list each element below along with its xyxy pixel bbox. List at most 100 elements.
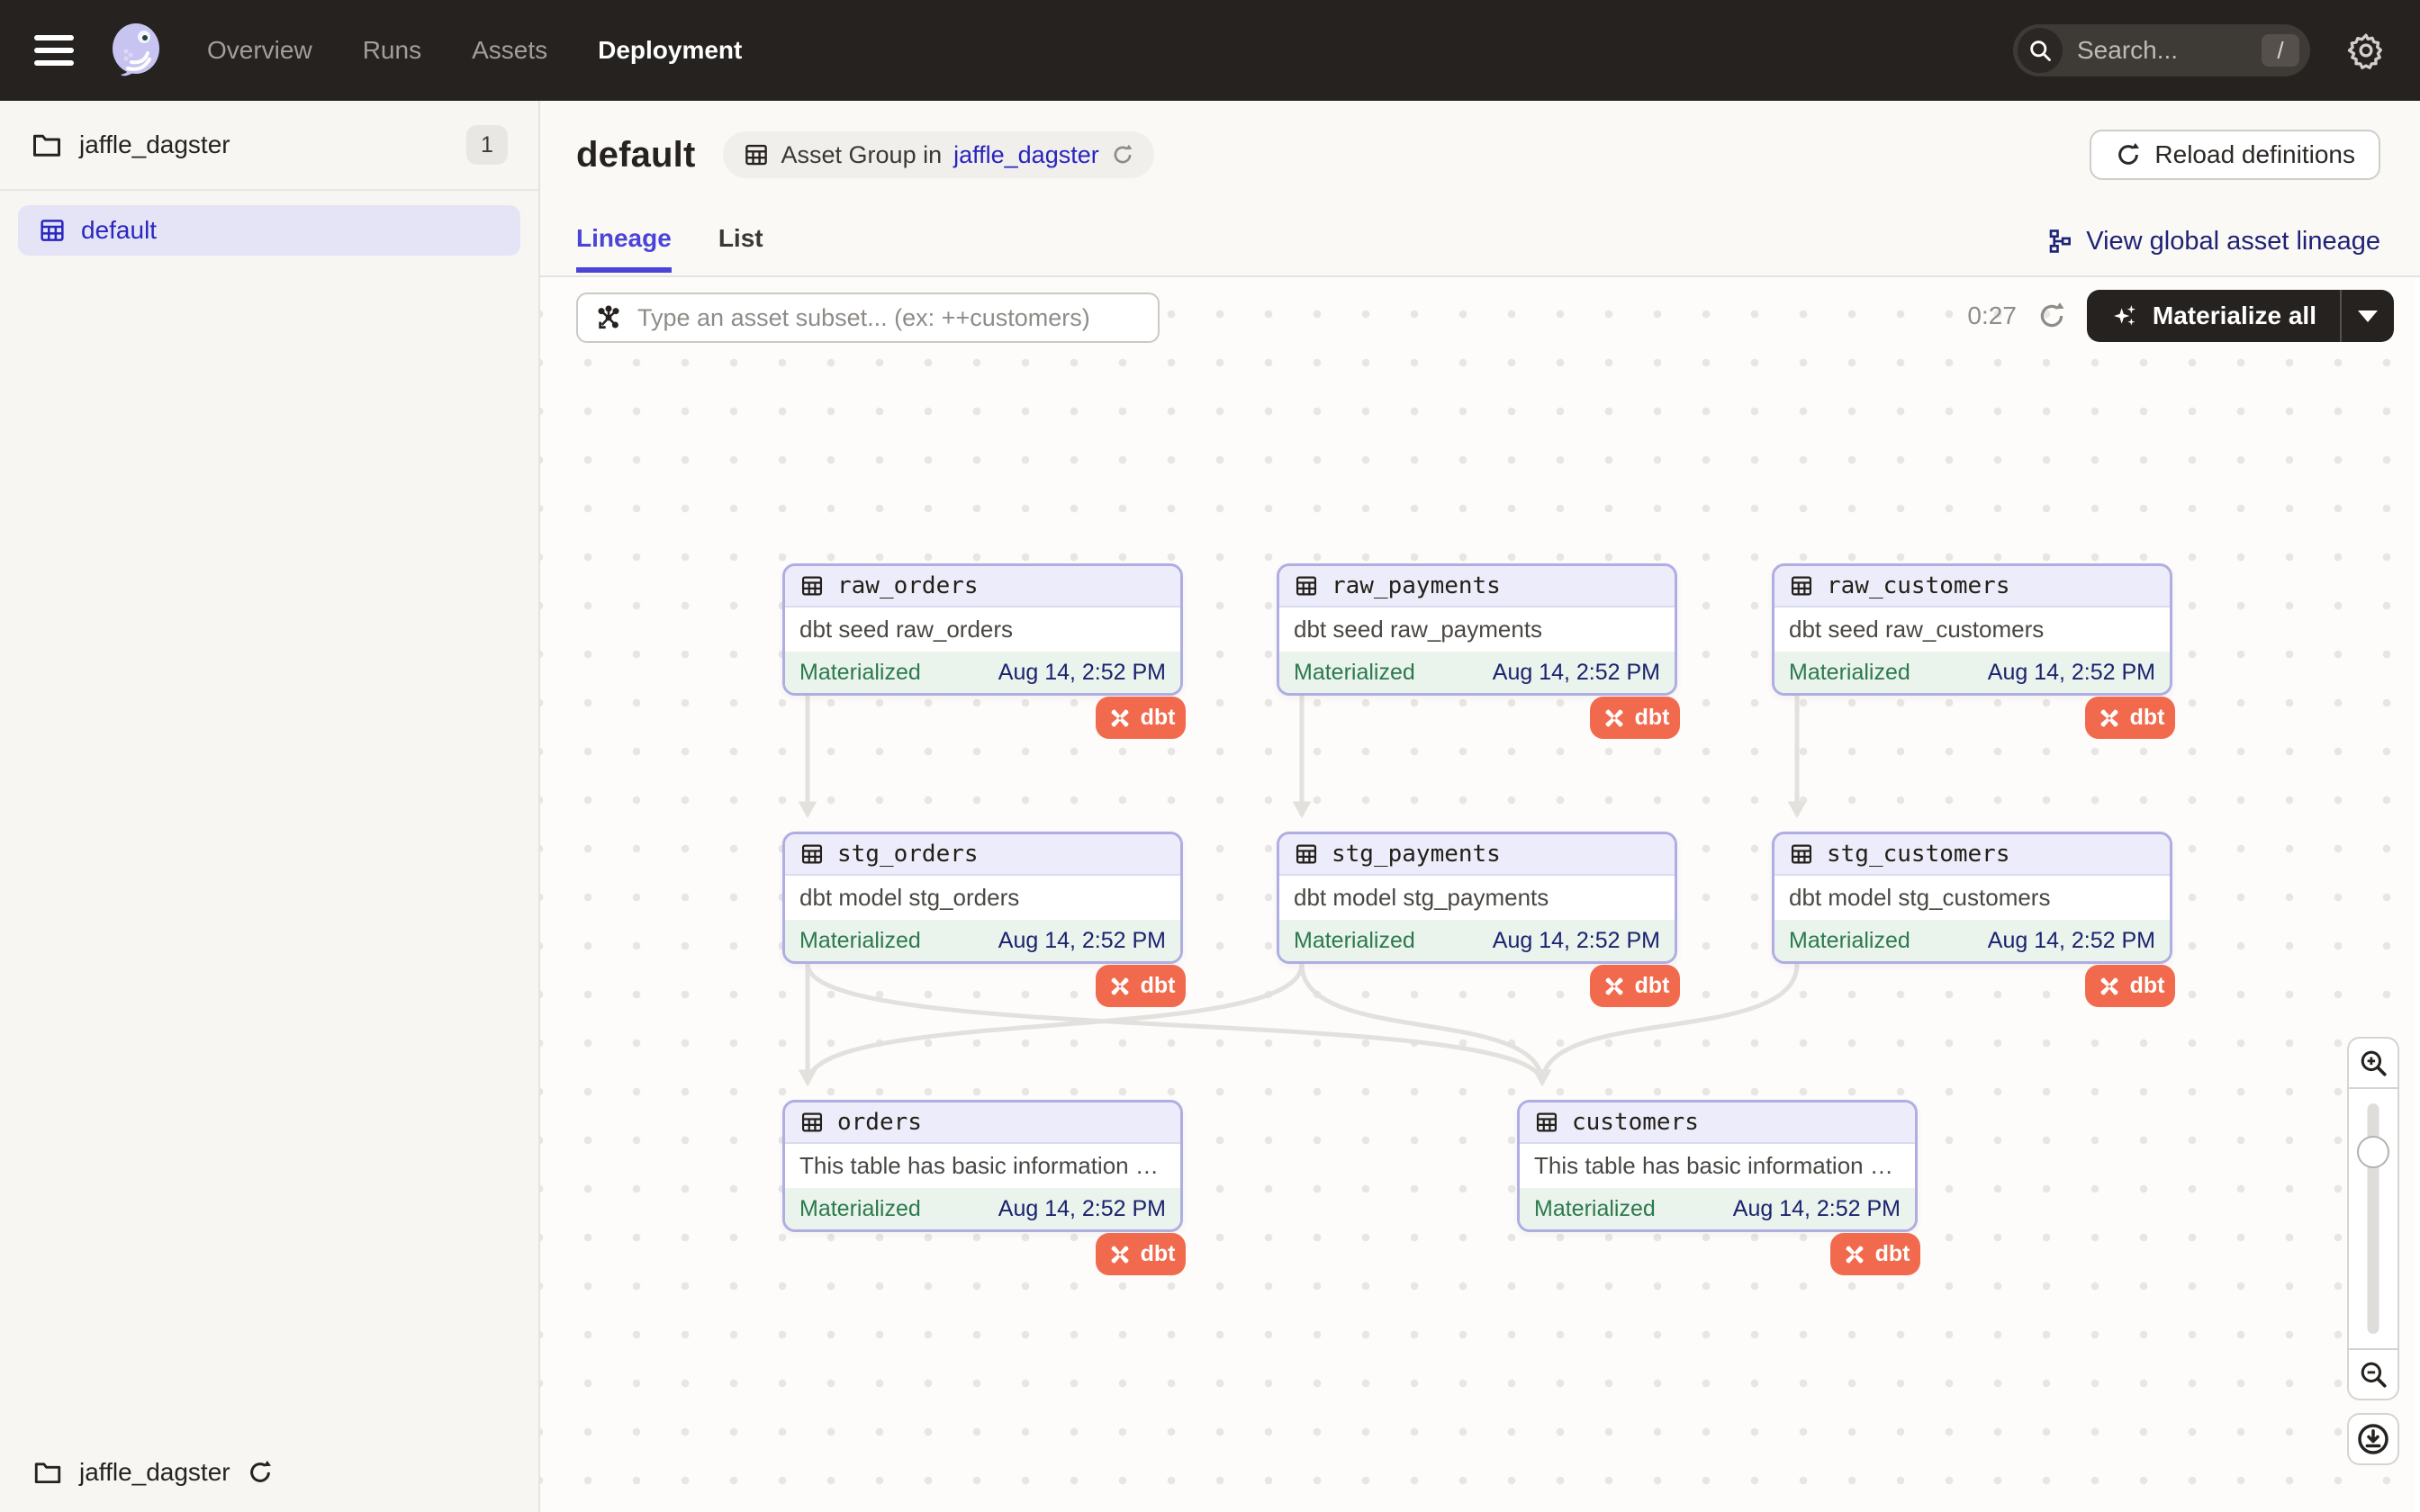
asset-group-icon [743, 141, 770, 168]
download-image-button[interactable] [2347, 1413, 2399, 1465]
graph-refresh-icon[interactable] [2036, 301, 2067, 331]
folder-icon [31, 129, 63, 161]
tab-lineage[interactable]: Lineage [576, 224, 672, 271]
asset-name: raw_payments [1332, 572, 1501, 599]
asset-node[interactable]: stg_customers dbt model stg_customers Ma… [1772, 832, 2172, 964]
dbt-logo-icon [1601, 705, 1628, 732]
asset-timestamp[interactable]: Aug 14, 2:52 PM [998, 1196, 1166, 1222]
sidebar-item-default[interactable]: default [18, 205, 520, 256]
materialize-all-button[interactable]: Materialize all [2087, 290, 2394, 342]
asset-node[interactable]: raw_payments dbt seed raw_payments Mater… [1277, 563, 1677, 696]
asset-status: Materialized [799, 928, 921, 954]
dbt-badge[interactable]: dbt [1830, 1233, 1920, 1275]
asset-name: stg_customers [1827, 841, 2010, 868]
asset-description: dbt model stg_payments [1294, 884, 1549, 912]
pane-gutter [2415, 277, 2420, 1512]
asset-name: orders [837, 1109, 922, 1136]
search-input[interactable]: Search... / [2013, 24, 2310, 76]
dbt-badge[interactable]: dbt [1096, 1233, 1186, 1275]
zoom-slider[interactable] [2349, 1087, 2397, 1350]
asset-subset-placeholder: Type an asset subset... (ex: ++customers… [637, 304, 1090, 332]
zoom-controls [2347, 1037, 2399, 1400]
zoom-slider-knob[interactable] [2357, 1136, 2389, 1168]
asset-node[interactable]: stg_payments dbt model stg_payments Mate… [1277, 832, 1677, 964]
asset-timestamp[interactable]: Aug 14, 2:52 PM [1493, 660, 1660, 686]
sidebar-repo-row[interactable]: jaffle_dagster 1 [0, 101, 538, 191]
asset-timestamp[interactable]: Aug 14, 2:52 PM [1733, 1196, 1901, 1222]
dbt-badge[interactable]: dbt [2085, 697, 2175, 739]
dbt-logo-icon [2096, 973, 2123, 1000]
dbt-badge[interactable]: dbt [1590, 965, 1680, 1007]
asset-node[interactable]: customers This table has basic informati… [1517, 1100, 1918, 1232]
asset-description: dbt seed raw_orders [799, 616, 1013, 644]
asset-node[interactable]: stg_orders dbt model stg_orders Material… [782, 832, 1183, 964]
sparkle-icon [2110, 302, 2139, 330]
reload-repo-icon[interactable] [247, 1459, 274, 1486]
dbt-badge-label: dbt [1141, 1241, 1176, 1267]
settings-gear-icon[interactable] [2346, 31, 2386, 70]
table-icon [1294, 842, 1319, 867]
dbt-badge[interactable]: dbt [1096, 965, 1186, 1007]
table-icon [799, 1110, 825, 1135]
tab-list[interactable]: List [718, 224, 763, 271]
table-icon [1789, 573, 1814, 598]
asset-timestamp[interactable]: Aug 14, 2:52 PM [998, 928, 1166, 954]
top-nav: Overview Runs Assets Deployment Search..… [0, 0, 2420, 101]
asset-name: raw_orders [837, 572, 979, 599]
dbt-badge-label: dbt [2130, 973, 2165, 999]
asset-timestamp[interactable]: Aug 14, 2:52 PM [1493, 928, 1660, 954]
view-global-asset-lineage-link[interactable]: View global asset lineage [2046, 227, 2380, 269]
sidebar-footer: jaffle_dagster [0, 1433, 538, 1512]
asset-status: Materialized [1534, 1196, 1656, 1222]
dbt-logo-icon [1841, 1241, 1868, 1268]
sidebar-repo-label: jaffle_dagster [79, 130, 230, 159]
nav-item-overview[interactable]: Overview [207, 36, 312, 65]
menu-icon[interactable] [34, 35, 74, 66]
asset-subset-input[interactable]: Type an asset subset... (ex: ++customers… [576, 292, 1160, 343]
asset-timestamp[interactable]: Aug 14, 2:52 PM [1988, 928, 2155, 954]
asset-status: Materialized [1789, 660, 1910, 686]
table-icon [799, 573, 825, 598]
dbt-badge[interactable]: dbt [2085, 965, 2175, 1007]
lineage-edge [808, 964, 1302, 1084]
asset-node[interactable]: orders This table has basic information … [782, 1100, 1183, 1232]
nav-items: Overview Runs Assets Deployment [207, 36, 742, 65]
search-placeholder: Search... [2077, 36, 2262, 65]
dagster-logo[interactable] [104, 19, 167, 82]
search-shortcut-badge: / [2262, 34, 2299, 67]
asset-timestamp[interactable]: Aug 14, 2:52 PM [998, 660, 1166, 686]
dbt-badge-label: dbt [1635, 973, 1670, 999]
asset-name: stg_orders [837, 841, 979, 868]
nav-item-deployment[interactable]: Deployment [598, 36, 742, 65]
nav-item-runs[interactable]: Runs [363, 36, 421, 65]
asset-status: Materialized [1294, 660, 1415, 686]
op-selector-icon [594, 303, 623, 332]
zoom-out-button[interactable] [2349, 1350, 2397, 1399]
dbt-badge[interactable]: dbt [1096, 697, 1186, 739]
sidebar: jaffle_dagster 1 default jaffle_dagster [0, 101, 540, 1512]
download-icon [2355, 1421, 2391, 1457]
reload-definitions-button[interactable]: Reload definitions [2090, 130, 2380, 180]
asset-status: Materialized [799, 1196, 921, 1222]
dbt-badge[interactable]: dbt [1590, 697, 1680, 739]
asset-node[interactable]: raw_orders dbt seed raw_orders Materiali… [782, 563, 1183, 696]
dbt-logo-icon [1601, 973, 1628, 1000]
asset-node[interactable]: raw_customers dbt seed raw_customers Mat… [1772, 563, 2172, 696]
table-icon [1534, 1110, 1559, 1135]
dbt-logo-icon [1106, 705, 1133, 732]
asset-name: customers [1572, 1109, 1699, 1136]
materialize-dropdown-button[interactable] [2342, 290, 2394, 342]
asset-name: raw_customers [1827, 572, 2010, 599]
asset-timestamp[interactable]: Aug 14, 2:52 PM [1988, 660, 2155, 686]
table-icon [799, 842, 825, 867]
nav-item-assets[interactable]: Assets [472, 36, 547, 65]
zoom-in-button[interactable] [2349, 1039, 2397, 1087]
asset-group-tag: Asset Group in jaffle_dagster [723, 131, 1154, 178]
dbt-logo-icon [1106, 973, 1133, 1000]
asset-group-tag-link[interactable]: jaffle_dagster [953, 141, 1099, 169]
refresh-icon[interactable] [1111, 143, 1134, 166]
sidebar-item-label: default [81, 216, 157, 245]
asset-group-icon [38, 216, 67, 245]
materialize-all-label: Materialize all [2153, 302, 2316, 330]
dbt-badge-label: dbt [1635, 705, 1670, 731]
